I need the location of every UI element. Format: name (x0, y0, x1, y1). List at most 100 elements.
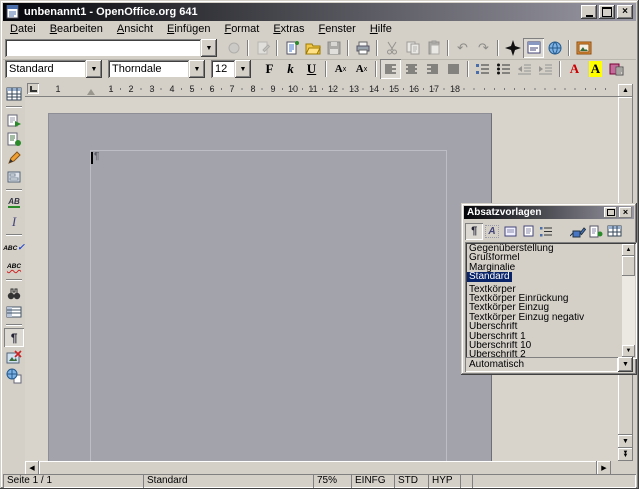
increase-indent-button[interactable] (535, 59, 556, 79)
find-button[interactable] (4, 283, 24, 302)
style-list-item[interactable]: Überschrift 1 (467, 332, 622, 341)
scroll-left-button[interactable]: ◀ (25, 461, 39, 475)
list-scroll-up-button[interactable]: ▲ (622, 244, 635, 256)
scroll-up-button[interactable]: ▲ (618, 84, 633, 97)
font-color-button[interactable]: A (564, 59, 585, 79)
paragraph-style-value[interactable]: Standard (5, 60, 86, 78)
close-button[interactable]: × (617, 5, 633, 19)
style-list-item[interactable]: Gegenüberstellung (467, 244, 622, 253)
url-dropdown-button[interactable]: ▼ (201, 39, 217, 57)
insert-table-button[interactable] (4, 84, 24, 103)
scroll-down-button[interactable]: ▼ (618, 435, 633, 448)
open-document-button[interactable] (302, 38, 323, 58)
style-list-item-selected[interactable]: Standard (467, 272, 512, 281)
paste-button[interactable] (423, 38, 444, 58)
copy-button[interactable] (402, 38, 423, 58)
font-name-dropdown-button[interactable]: ▼ (189, 60, 205, 78)
bullet-list-button[interactable] (493, 59, 514, 79)
style-list-item[interactable]: Grußformel (467, 253, 622, 262)
menu-einfuegen[interactable]: Einfügen (160, 22, 217, 36)
align-left-button[interactable] (380, 59, 401, 79)
menu-hilfe[interactable]: Hilfe (363, 22, 399, 36)
stylist-title-bar[interactable]: Absatzvorlagen × (464, 206, 634, 219)
style-list-item[interactable]: Textkörper (467, 285, 622, 294)
status-page-style[interactable]: Standard (143, 474, 314, 488)
stop-reload-button[interactable] (223, 38, 244, 58)
document-page[interactable]: ¶ (48, 113, 492, 461)
stylist-button[interactable] (523, 38, 544, 58)
stylist-panel[interactable]: Absatzvorlagen × ¶ A Gegenüberstellung G… (461, 203, 637, 375)
font-name-combobox[interactable]: Thorndale ▼ (108, 60, 205, 78)
character-styles-tab[interactable]: A (483, 223, 501, 240)
spellcheck-button[interactable]: ABC✓ (4, 238, 24, 257)
online-layout-button[interactable] (4, 366, 24, 385)
style-filter-dropdown-button[interactable]: ▼ (618, 357, 633, 372)
style-filter-combobox[interactable]: Automatisch ▼ (465, 357, 633, 372)
cut-button[interactable] (381, 38, 402, 58)
style-list-item[interactable]: Überschrift 10 (467, 341, 622, 350)
numbered-list-button[interactable] (472, 59, 493, 79)
style-filter-value[interactable]: Automatisch (465, 357, 618, 372)
data-sources-button[interactable] (4, 302, 24, 321)
italic-button[interactable]: k (280, 59, 301, 79)
decrease-indent-button[interactable] (514, 59, 535, 79)
hyperlink-button[interactable] (544, 38, 565, 58)
autotext-button[interactable]: AB (4, 193, 24, 212)
page-styles-tab[interactable] (519, 223, 537, 240)
nonprinting-characters-button[interactable]: ¶ (4, 328, 24, 347)
status-insert-mode[interactable]: EINFG (351, 474, 396, 488)
horizontal-scrollbar[interactable]: ◀ ▶ (25, 461, 618, 475)
tab-type-selector[interactable] (27, 83, 39, 94)
superscript-button[interactable]: Ax (330, 59, 351, 79)
indent-marker[interactable] (87, 89, 95, 95)
redo-button[interactable]: ↷ (473, 38, 494, 58)
print-button[interactable] (352, 38, 373, 58)
menu-fenster[interactable]: Fenster (312, 22, 363, 36)
url-combobox[interactable]: ▼ (5, 39, 217, 57)
menu-bearbeiten[interactable]: Bearbeiten (43, 22, 110, 36)
horizontal-scroll-thumb[interactable] (39, 461, 597, 475)
stylist-close-button[interactable]: × (619, 207, 632, 218)
undo-button[interactable]: ↶ (452, 38, 473, 58)
horizontal-ruler[interactable]: 1 1 2 3 4 5 6 7 8 9 10 11 12 13 14 15 16… (25, 82, 618, 97)
paragraph-style-dropdown-button[interactable]: ▼ (86, 60, 102, 78)
font-size-combobox[interactable]: 12 ▼ (211, 60, 251, 78)
style-list-item[interactable]: Textkörper Einzug negativ (467, 313, 622, 322)
style-list-item[interactable]: Marginalie (467, 263, 622, 272)
list-scroll-thumb[interactable] (622, 256, 635, 276)
fill-format-mode-button[interactable] (569, 223, 587, 240)
highlight-button[interactable]: A (585, 59, 606, 79)
status-selection-mode[interactable]: STD (394, 474, 430, 488)
font-size-dropdown-button[interactable]: ▼ (235, 60, 251, 78)
menu-ansicht[interactable]: Ansicht (110, 22, 160, 36)
numbering-styles-tab[interactable] (537, 223, 555, 240)
status-hyperlink-mode[interactable]: HYP (428, 474, 462, 488)
style-list-scrollbar[interactable]: ▲ ▼ (622, 244, 635, 357)
font-size-value[interactable]: 12 (211, 60, 235, 78)
style-list-item[interactable]: Überschrift 2 (467, 350, 622, 357)
align-justify-button[interactable] (443, 59, 464, 79)
style-list-item[interactable]: Textkörper Einzug (467, 303, 622, 312)
navigator-button[interactable] (502, 38, 523, 58)
paragraph-style-combobox[interactable]: Standard ▼ (5, 60, 102, 78)
menu-extras[interactable]: Extras (266, 22, 311, 36)
subscript-button[interactable]: Ax (351, 59, 372, 79)
graphics-onoff-button[interactable] (4, 347, 24, 366)
scroll-right-button[interactable]: ▶ (597, 461, 611, 475)
save-document-button[interactable] (323, 38, 344, 58)
gallery-button[interactable] (573, 38, 594, 58)
menu-format[interactable]: Format (217, 22, 266, 36)
insert-object-button[interactable] (4, 110, 24, 129)
menu-datei[interactable]: Datei (3, 22, 43, 36)
style-list-item[interactable]: Überschrift (467, 322, 622, 331)
insert-fields-button[interactable] (4, 129, 24, 148)
update-style-button[interactable] (605, 223, 623, 240)
new-style-from-selection-button[interactable] (587, 223, 605, 240)
edit-file-button[interactable] (252, 38, 273, 58)
style-list[interactable]: Gegenüberstellung Grußformel Marginalie … (465, 242, 637, 359)
list-scroll-down-button[interactable]: ▼ (622, 345, 635, 357)
title-bar[interactable]: unbenannt1 - OpenOffice.org 641 × (3, 3, 636, 21)
font-name-value[interactable]: Thorndale (108, 60, 189, 78)
frame-styles-tab[interactable] (501, 223, 519, 240)
url-value[interactable] (5, 39, 201, 57)
